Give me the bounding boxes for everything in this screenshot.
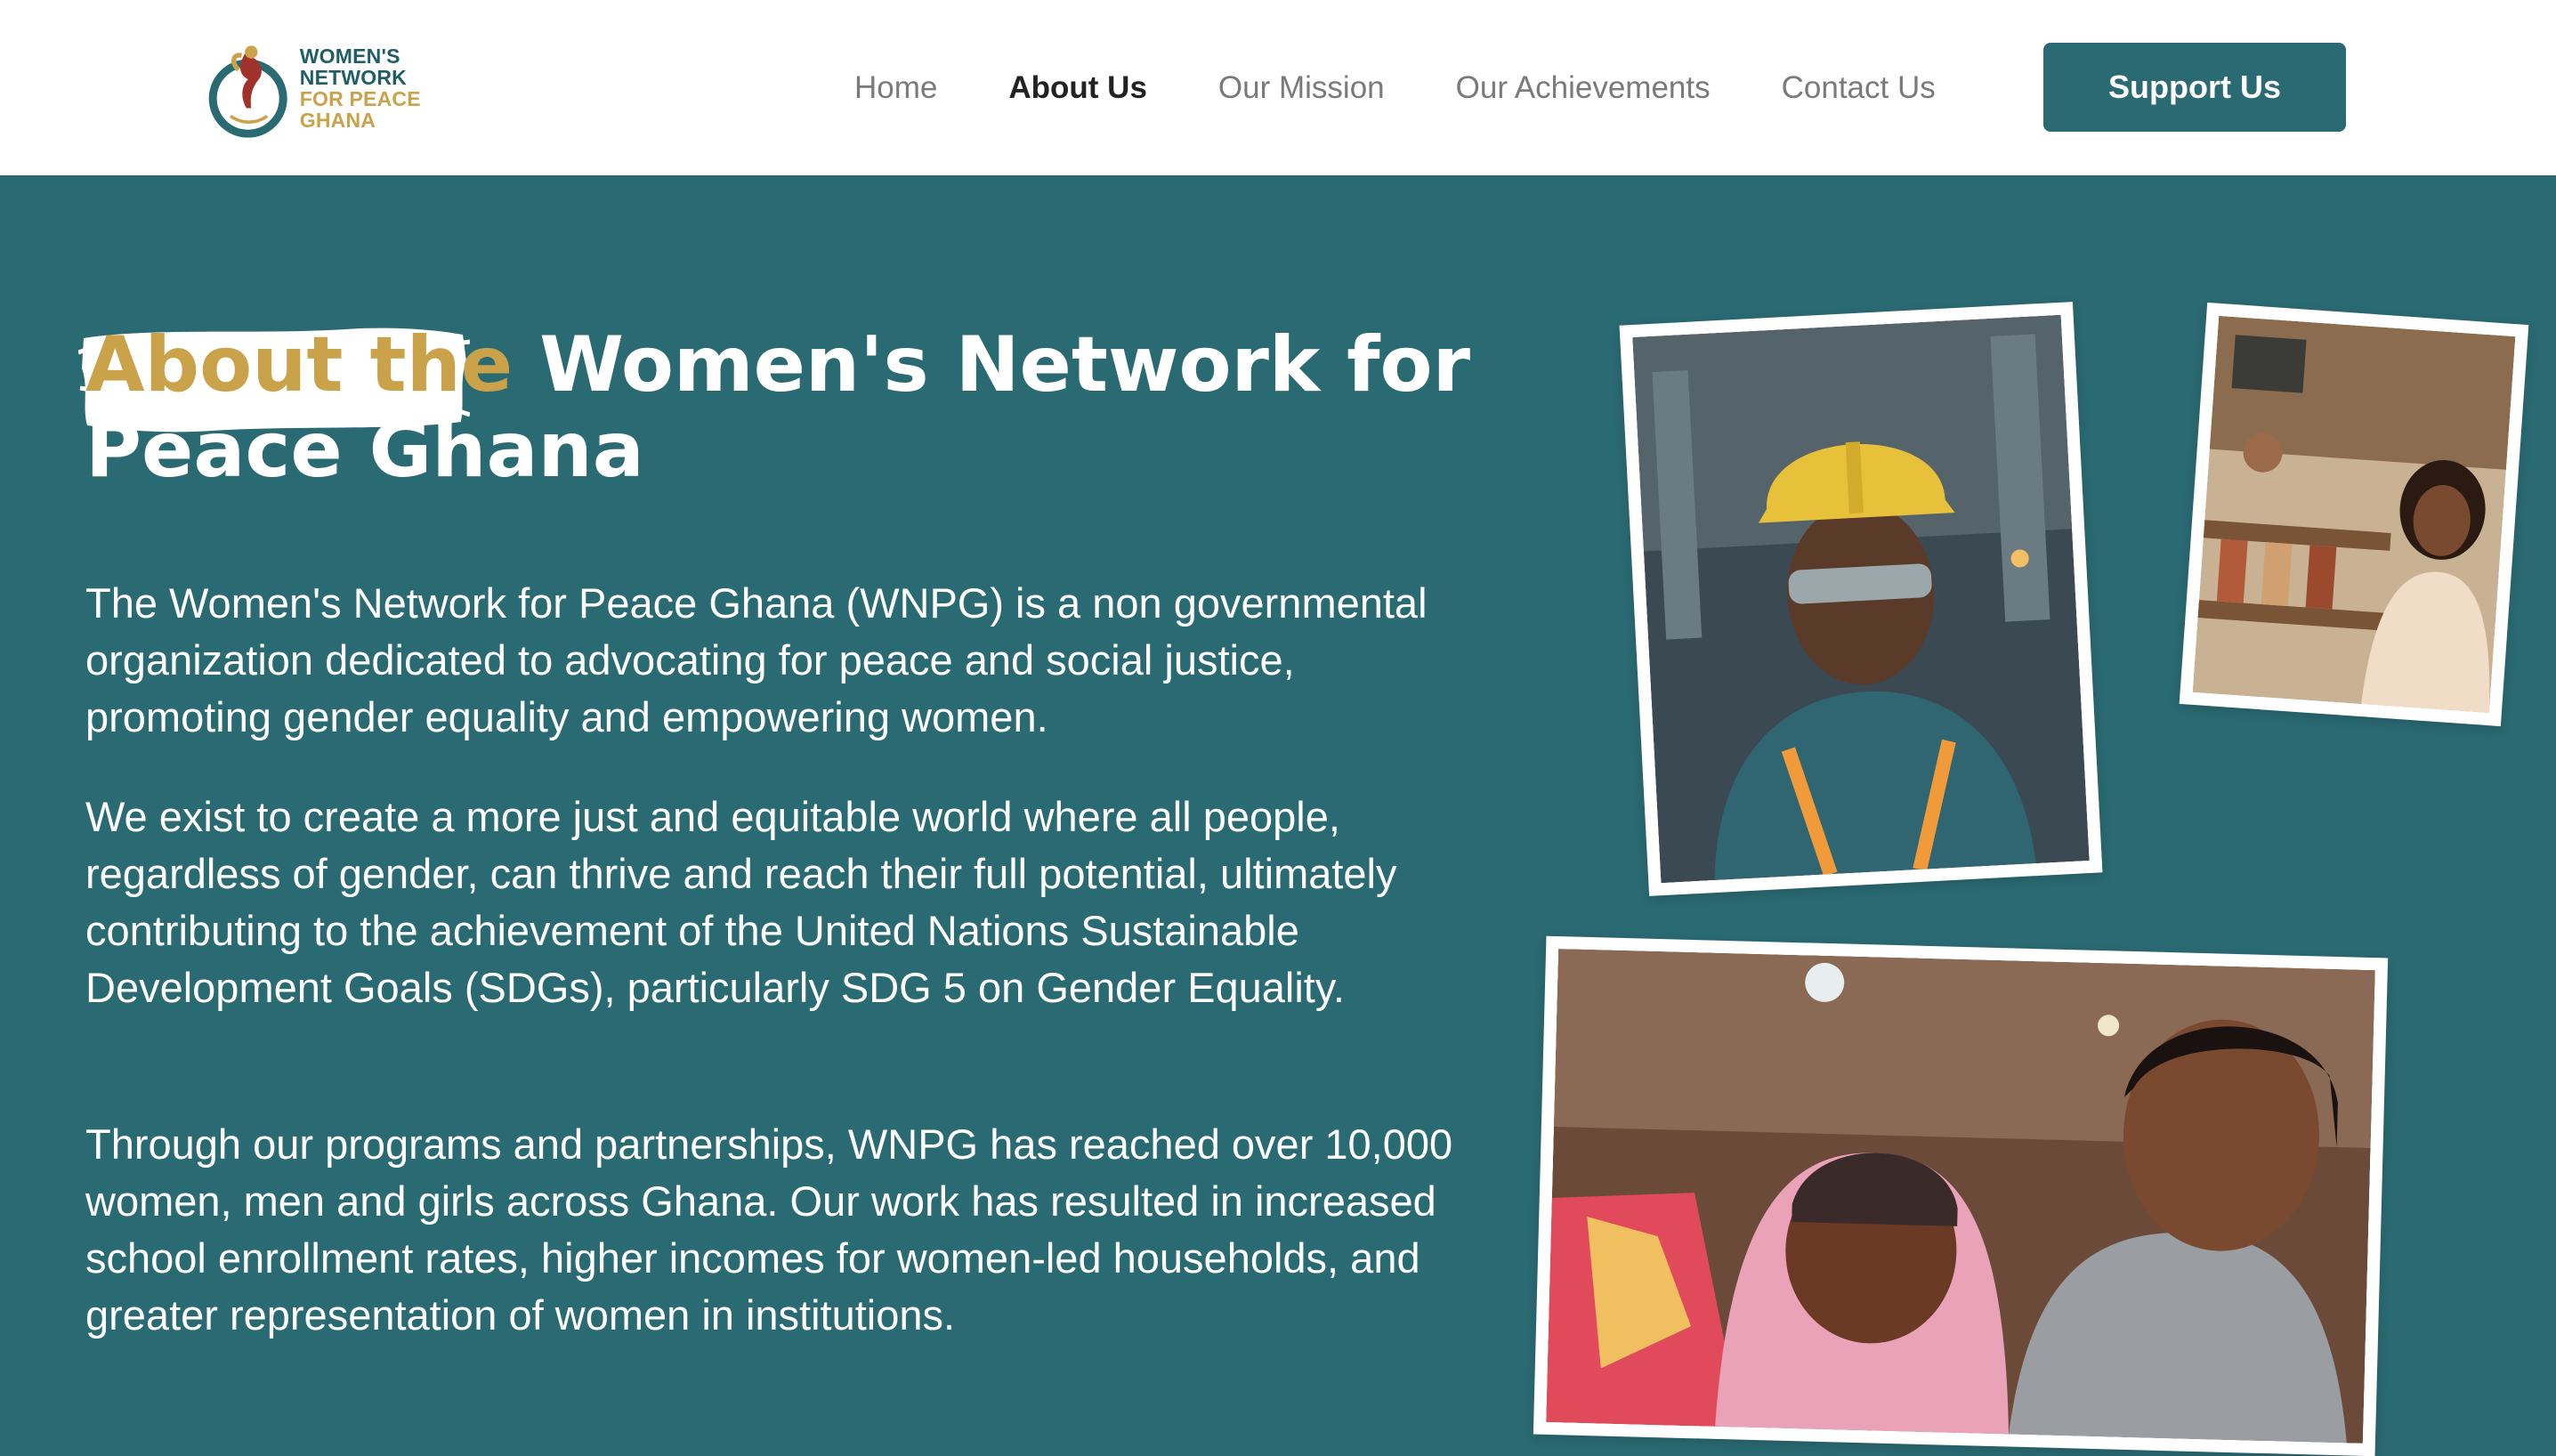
worker-photo-icon: [1632, 314, 2090, 884]
nav-our-achievements[interactable]: Our Achievements: [1456, 70, 1711, 106]
nav-about-us[interactable]: About Us: [1008, 70, 1147, 106]
women-gift-photo-icon: [1546, 949, 2375, 1444]
title-highlight: About the: [78, 320, 514, 433]
logo-line1: WOMEN'S NETWORK: [299, 44, 407, 89]
nav-our-mission[interactable]: Our Mission: [1218, 70, 1385, 106]
title-highlight-text: About the: [85, 320, 514, 409]
logo-text: WOMEN'S NETWORK FOR PEACE GHANA: [300, 45, 491, 132]
photo-shop-owner: [2179, 302, 2529, 727]
nav-contact-us[interactable]: Contact Us: [1782, 70, 1936, 106]
photo-women-gift: [1533, 935, 2389, 1456]
shop-owner-photo-icon: [2192, 315, 2516, 714]
page-title: About the Women's Network for Peace Ghan…: [78, 320, 1474, 493]
impact-paragraph: Through our programs and partnerships, W…: [85, 1120, 1453, 1339]
main-nav: Home About Us Our Mission Our Achievemen…: [854, 0, 2007, 175]
logo-emblem-icon: [208, 45, 287, 138]
intro-paragraph: The Women's Network for Peace Ghana (WNP…: [85, 579, 1428, 740]
mission-paragraph: We exist to create a more just and equit…: [85, 793, 1397, 1011]
support-us-button[interactable]: Support Us: [2043, 43, 2346, 132]
nav-home[interactable]: Home: [854, 70, 937, 106]
logo-line2: FOR PEACE GHANA: [299, 87, 421, 133]
photo-worker: [1619, 302, 2103, 896]
logo[interactable]: WOMEN'S NETWORK FOR PEACE GHANA: [206, 32, 491, 144]
site-header: WOMEN'S NETWORK FOR PEACE GHANA Home Abo…: [0, 0, 2556, 175]
